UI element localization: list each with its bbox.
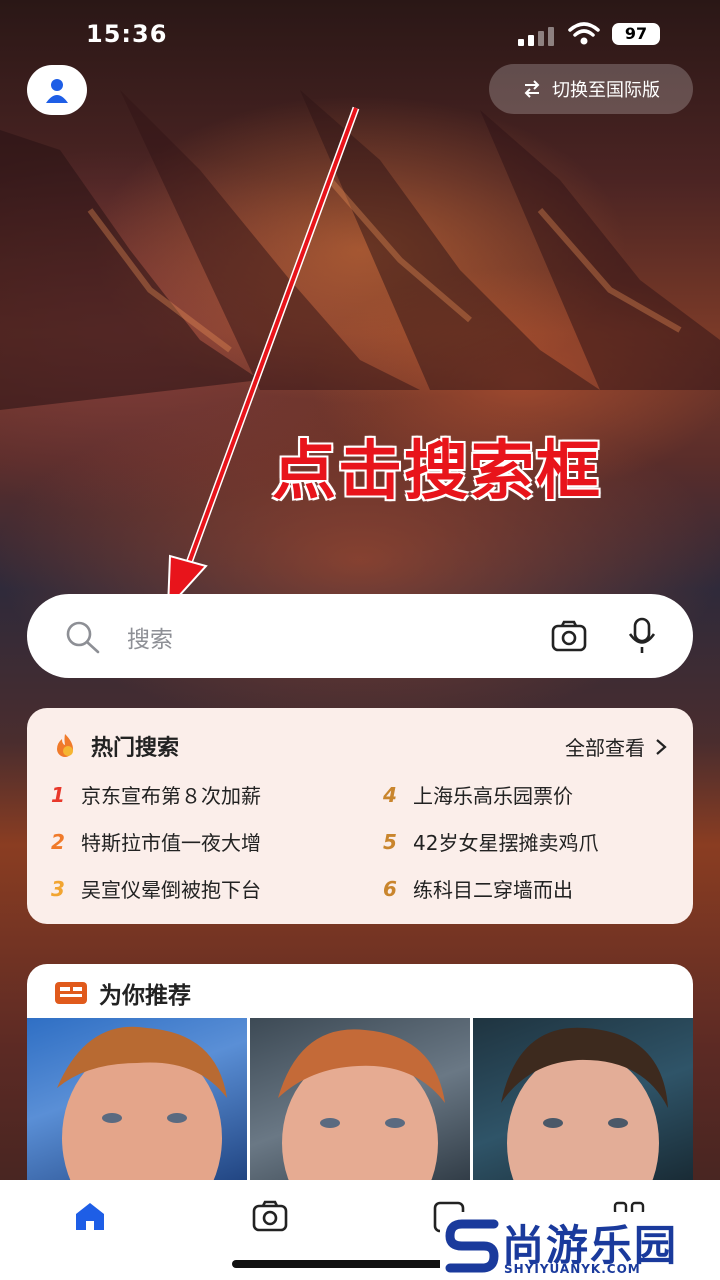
wifi-icon — [568, 22, 600, 45]
recommend-panel: 为你推荐 — [27, 964, 693, 1194]
search-bar[interactable]: 搜索 — [27, 594, 693, 678]
video-thumbnail-strip[interactable] — [27, 1018, 693, 1194]
video-thumbnail[interactable] — [27, 1018, 247, 1194]
switch-international-button[interactable]: 切换至国际版 — [489, 64, 693, 114]
view-all-label: 全部查看 — [565, 736, 645, 760]
flame-icon — [57, 734, 73, 757]
home-icon[interactable] — [72, 1200, 108, 1234]
battery-indicator: 97 — [612, 23, 660, 45]
cellular-signal-icon — [518, 27, 554, 46]
hot-rank: 3 — [51, 876, 65, 901]
hot-search-header: 热门搜索 — [51, 730, 179, 762]
hot-search-item[interactable]: 1 京东宣布第８次加薪 — [51, 780, 261, 809]
status-time: 15:36 — [86, 20, 168, 48]
hot-rank: 5 — [383, 829, 397, 854]
hot-text: 特斯拉市值一夜大增 — [81, 831, 261, 855]
user-icon — [46, 79, 68, 103]
recommend-header: 为你推荐 — [53, 976, 191, 1010]
video-thumbnail[interactable] — [473, 1018, 693, 1194]
hot-text: 上海乐高乐园票价 — [413, 784, 573, 808]
profile-button[interactable] — [27, 65, 87, 115]
watermark-logo-icon — [445, 1219, 499, 1273]
recommend-title: 为你推荐 — [99, 983, 191, 1009]
hot-text: 练科目二穿墙而出 — [413, 878, 573, 902]
site-watermark: 尚游乐园 SHYIYUANYK.COM — [440, 1212, 720, 1280]
annotation-caption: 点击搜索框 — [272, 435, 602, 509]
chevron-right-icon — [656, 738, 667, 755]
news-icon — [55, 982, 87, 1004]
watermark-url: SHYIYUANYK.COM — [504, 1262, 641, 1276]
camera-search-icon[interactable] — [551, 620, 587, 652]
mountain-ridges — [0, 90, 720, 410]
search-input[interactable]: 搜索 — [127, 620, 173, 654]
hot-search-title: 热门搜索 — [91, 736, 180, 761]
switch-arrows-icon — [524, 80, 540, 98]
hot-rank: 2 — [51, 829, 65, 854]
search-icon — [66, 621, 100, 654]
video-thumbnail[interactable] — [250, 1018, 470, 1194]
hot-rank: 1 — [51, 782, 65, 807]
hot-text: 42岁女星摆摊卖鸡爪 — [413, 831, 599, 855]
hot-text: 京东宣布第８次加薪 — [81, 784, 261, 808]
status-bar: 15:36 97 — [0, 0, 720, 70]
view-all-link[interactable]: 全部查看 — [565, 732, 667, 761]
hot-search-item[interactable]: 4 上海乐高乐园票价 — [383, 780, 573, 809]
face-thumbnail-image — [57, 1026, 227, 1194]
switch-label: 切换至国际版 — [552, 80, 660, 101]
hot-rank: 4 — [383, 782, 397, 807]
camera-tab-icon[interactable] — [252, 1200, 288, 1232]
hot-text: 吴宣仪晕倒被抱下台 — [81, 878, 261, 902]
face-thumbnail-image — [278, 1029, 445, 1194]
hot-search-item[interactable]: 3 吴宣仪晕倒被抱下台 — [51, 874, 261, 903]
voice-search-icon[interactable] — [627, 617, 657, 655]
hot-rank: 6 — [383, 876, 397, 901]
face-thumbnail-image — [501, 1027, 668, 1194]
hot-search-panel: 热门搜索 全部查看 1 京东宣布第８次加薪 2 特斯拉市值一夜大增 3 吴宣仪晕… — [27, 708, 693, 924]
hot-search-item[interactable]: 5 42岁女星摆摊卖鸡爪 — [383, 827, 598, 856]
hot-search-item[interactable]: 6 练科目二穿墙而出 — [383, 874, 573, 903]
hot-search-item[interactable]: 2 特斯拉市值一夜大增 — [51, 827, 261, 856]
